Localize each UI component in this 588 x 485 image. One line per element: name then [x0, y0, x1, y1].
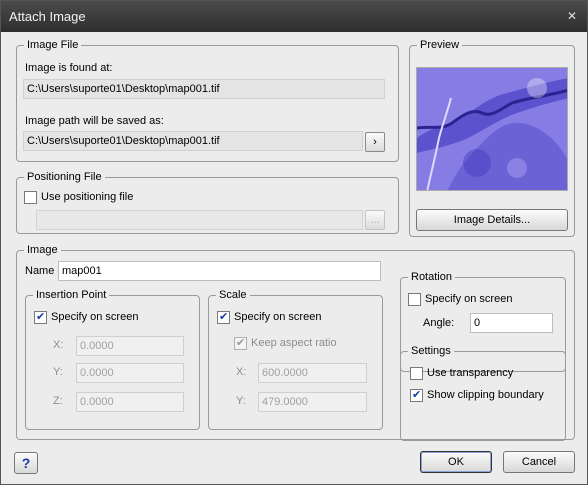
keep-aspect-checkbox[interactable] — [234, 336, 247, 350]
use-positioning-checkbox[interactable] — [24, 191, 37, 204]
insertion-x-input[interactable]: 0.0000 — [76, 336, 184, 356]
close-icon[interactable]: ✕ — [563, 8, 581, 24]
clipping-boundary-checkbox[interactable] — [410, 388, 423, 402]
cancel-button[interactable]: Cancel — [503, 451, 575, 473]
scale-y-input[interactable]: 479.0000 — [258, 392, 367, 412]
insertion-specify-label: Specify on screen — [51, 311, 139, 323]
insertion-specify-checkbox[interactable] — [34, 310, 47, 324]
scale-x-label: X: — [236, 366, 247, 378]
angle-label: Angle: — [423, 317, 455, 329]
positioning-path-field — [36, 210, 363, 230]
positioning-file-legend: Positioning File — [24, 171, 105, 184]
image-preview — [416, 67, 568, 191]
ok-button[interactable]: OK — [420, 451, 492, 473]
attach-image-dialog: Attach Image ✕ Image File Image is found… — [0, 0, 588, 485]
help-button[interactable]: ? — [14, 452, 38, 474]
dialog-body: Image File Image is found at: C:\Users\s… — [1, 32, 587, 484]
image-found-label: Image is found at: — [25, 62, 113, 74]
rotation-specify-checkbox[interactable] — [408, 293, 421, 306]
image-found-path: C:\Users\suporte01\Desktop\map001.tif — [23, 79, 385, 99]
scale-legend: Scale — [216, 289, 250, 302]
settings-legend: Settings — [408, 345, 454, 358]
name-input[interactable]: map001 — [58, 261, 381, 281]
image-file-legend: Image File — [24, 39, 82, 52]
clipping-boundary-label: Show clipping boundary — [427, 389, 544, 401]
insertion-z-label: Z: — [53, 395, 63, 407]
preview-image — [417, 68, 567, 190]
window-title: Attach Image — [9, 9, 86, 24]
insertion-y-input[interactable]: 0.0000 — [76, 363, 184, 383]
rotation-legend: Rotation — [408, 271, 455, 284]
rotation-specify-label: Specify on screen — [425, 293, 513, 305]
scale-specify-checkbox[interactable] — [217, 310, 230, 324]
insertion-y-label: Y: — [53, 366, 63, 378]
scale-specify-label: Specify on screen — [234, 311, 322, 323]
transparency-label: Use transparency — [427, 367, 514, 379]
image-legend: Image — [24, 244, 61, 257]
preview-legend: Preview — [417, 39, 463, 52]
image-details-button[interactable]: Image Details... — [416, 209, 568, 231]
insertion-point-legend: Insertion Point — [33, 289, 110, 302]
title-bar[interactable]: Attach Image ✕ — [1, 1, 587, 32]
transparency-checkbox[interactable] — [410, 367, 423, 380]
insertion-z-input[interactable]: 0.0000 — [76, 392, 184, 412]
angle-input[interactable]: 0 — [470, 313, 553, 333]
name-label: Name — [25, 265, 55, 277]
positioning-browse-button[interactable]: ... — [365, 210, 385, 230]
image-saved-path: C:\Users\suporte01\Desktop\map001.tif — [23, 131, 363, 151]
image-saved-label: Image path will be saved as: — [25, 115, 164, 127]
insertion-x-label: X: — [53, 339, 64, 351]
path-type-button[interactable]: › — [365, 132, 385, 152]
scale-x-input[interactable]: 600.0000 — [258, 363, 367, 383]
scale-y-label: Y: — [236, 395, 246, 407]
use-positioning-label: Use positioning file — [41, 191, 134, 203]
keep-aspect-label: Keep aspect ratio — [251, 337, 337, 349]
